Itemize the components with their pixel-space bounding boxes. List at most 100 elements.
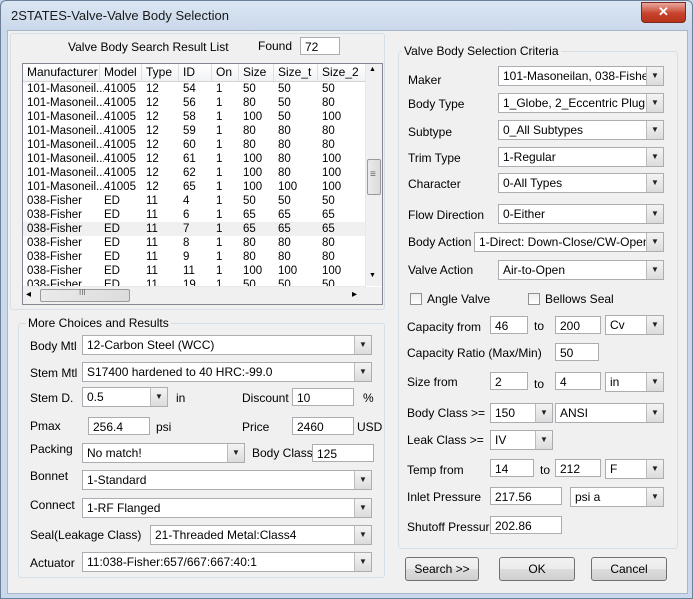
column-header-size[interactable]: Size (239, 64, 274, 81)
price-field[interactable]: 2460 (292, 417, 354, 435)
packing-select[interactable]: No match! ▼ (82, 443, 245, 463)
subtype-select[interactable]: 0_All Subtypes ▼ (498, 120, 664, 140)
flow-direction-value: 0-Either (503, 207, 546, 221)
seal-select[interactable]: 21-Threaded Metal:Class4 ▼ (150, 525, 372, 545)
body-class-standard-select[interactable]: ANSI ▼ (555, 403, 664, 423)
connect-select[interactable]: 1-RF Flanged ▼ (82, 498, 372, 518)
table-row[interactable]: 101-Masoneil... 41005 12 59 1 80 80 80 (23, 124, 366, 138)
column-header-size-2[interactable]: Size_2 (318, 64, 366, 81)
body-action-select[interactable]: 1-Direct: Down-Close/CW-Open ▼ (474, 232, 664, 252)
scroll-thumb[interactable]: ≡ (367, 159, 381, 195)
bonnet-select[interactable]: 1-Standard ▼ (82, 470, 372, 490)
stem-d-select[interactable]: 0.5 ▼ (82, 387, 168, 407)
leak-class-select[interactable]: IV ▼ (490, 430, 553, 450)
temp-unit-select[interactable]: F ▼ (605, 459, 664, 479)
connect-value: 1-RF Flanged (87, 501, 161, 515)
stem-d-label: Stem D. (30, 391, 74, 405)
capacity-from-field[interactable]: 46 (490, 316, 528, 334)
cell-id: 59 (183, 125, 196, 137)
size-to-field[interactable]: 4 (555, 372, 601, 390)
stem-d-value: 0.5 (87, 390, 104, 404)
capacity-ratio-field[interactable]: 50 (555, 343, 599, 361)
table-row[interactable]: 101-Masoneil... 41005 12 62 1 100 80 100 (23, 166, 366, 180)
capacity-unit-select[interactable]: Cv ▼ (605, 315, 664, 335)
cell-size: 100 (243, 153, 263, 165)
cell-size: 80 (243, 139, 256, 151)
body-type-select[interactable]: 1_Globe, 2_Eccentric Plug ▼ (498, 93, 664, 113)
angle-valve-checkbox[interactable] (410, 293, 422, 305)
stem-mtl-select[interactable]: S17400 hardened to 40 HRC:-99.0 ▼ (82, 362, 372, 382)
close-button[interactable]: ✕ (641, 2, 686, 23)
size-from-field[interactable]: 2 (490, 372, 528, 390)
cell-type: 12 (146, 139, 159, 151)
column-header-id[interactable]: ID (179, 64, 212, 81)
table-row[interactable]: 101-Masoneil... 41005 12 60 1 80 80 80 (23, 138, 366, 152)
search-button[interactable]: Search >> (405, 557, 479, 581)
cell-type: 12 (146, 153, 159, 165)
horizontal-scrollbar[interactable]: ◂ III ▸ (23, 286, 366, 304)
character-select[interactable]: 0-All Types ▼ (498, 173, 664, 193)
body-class-result-field[interactable]: 125 (312, 444, 374, 462)
table-row[interactable]: 038-Fisher ED 11 4 1 50 50 50 (23, 194, 366, 208)
column-header-model[interactable]: Model (100, 64, 142, 81)
inlet-pressure-unit-select[interactable]: psi a ▼ (570, 487, 664, 507)
temp-from-field[interactable]: 14 (490, 459, 534, 477)
cell-type: 12 (146, 125, 159, 137)
bellows-seal-checkbox[interactable] (528, 293, 540, 305)
shutoff-pressure-field[interactable]: 202.86 (490, 516, 562, 534)
column-header-size-t[interactable]: Size_t (274, 64, 318, 81)
body-class-criteria-select[interactable]: 150 ▼ (490, 403, 553, 423)
actuator-select[interactable]: 11:038-Fisher:657/667:667:40:1 ▼ (82, 552, 372, 572)
table-row[interactable]: 101-Masoneil... 41005 12 58 1 100 50 100 (23, 110, 366, 124)
table-row[interactable]: 101-Masoneil... 41005 12 54 1 50 50 50 (23, 82, 366, 96)
search-result-listview[interactable]: Manufacturer Model Type ID On Size Size_… (22, 63, 383, 305)
table-row[interactable]: 101-Masoneil... 41005 12 56 1 80 50 80 (23, 96, 366, 110)
inlet-pressure-field[interactable]: 217.56 (490, 487, 562, 505)
packing-value: No match! (87, 446, 142, 460)
ok-button[interactable]: OK (499, 557, 575, 581)
price-unit: USD (357, 420, 383, 434)
maker-select[interactable]: 101-Masoneilan, 038-Fisher ▼ (498, 66, 664, 86)
cell-manufacturer: 038-Fisher (27, 251, 82, 263)
size-unit-value: in (610, 375, 620, 389)
chevron-down-icon: ▼ (646, 488, 663, 506)
body-mtl-select[interactable]: 12-Carbon Steel (WCC) ▼ (82, 335, 372, 355)
cell-manufacturer: 038-Fisher (27, 223, 82, 235)
chevron-down-icon: ▼ (646, 148, 663, 166)
pmax-label: Pmax (30, 419, 61, 433)
seal-label: Seal(Leakage Class) (30, 528, 142, 542)
table-row[interactable]: 038-Fisher ED 11 11 1 100 100 100 (23, 264, 366, 278)
trim-type-select[interactable]: 1-Regular ▼ (498, 147, 664, 167)
cell-manufacturer: 101-Masoneil... (27, 83, 104, 95)
scroll-up-icon[interactable]: ▲ (369, 66, 376, 73)
table-row[interactable]: 038-Fisher ED 11 6 1 65 65 65 (23, 208, 366, 222)
scroll-right-icon[interactable]: ▸ (352, 289, 357, 300)
found-label: Found (258, 39, 293, 53)
temp-to-field[interactable]: 212 (555, 459, 601, 477)
packing-label: Packing (30, 442, 73, 456)
cell-type: 12 (146, 167, 159, 179)
column-header-type[interactable]: Type (142, 64, 179, 81)
discount-unit: % (363, 391, 374, 405)
vertical-scrollbar[interactable]: ▲ ≡ ▼ (365, 64, 382, 286)
flow-direction-select[interactable]: 0-Either ▼ (498, 204, 664, 224)
valve-action-select[interactable]: Air-to-Open ▼ (498, 260, 664, 280)
column-header-manufacturer[interactable]: Manufacturer (23, 64, 100, 81)
table-row[interactable]: 101-Masoneil... 41005 12 65 1 100 100 100 (23, 180, 366, 194)
scroll-left-icon[interactable]: ◂ (26, 289, 31, 300)
scroll-down-icon[interactable]: ▼ (369, 272, 376, 279)
cell-size-2: 80 (322, 125, 335, 137)
hscroll-thumb[interactable]: III (40, 288, 130, 302)
cell-model: 41005 (104, 111, 136, 123)
cancel-button[interactable]: Cancel (591, 557, 667, 581)
size-unit-select[interactable]: in ▼ (605, 372, 664, 392)
table-row[interactable]: 038-Fisher ED 11 7 1 65 65 65 (23, 222, 366, 236)
column-header-on[interactable]: On (212, 64, 239, 81)
capacity-to-field[interactable]: 200 (555, 316, 601, 334)
table-row[interactable]: 101-Masoneil... 41005 12 61 1 100 80 100 (23, 152, 366, 166)
table-row[interactable]: 038-Fisher ED 11 8 1 80 80 80 (23, 236, 366, 250)
pmax-field[interactable]: 256.4 (88, 417, 150, 435)
discount-field[interactable]: 10 (292, 388, 354, 406)
table-row[interactable]: 038-Fisher ED 11 9 1 80 80 80 (23, 250, 366, 264)
cell-size-t: 50 (278, 111, 291, 123)
